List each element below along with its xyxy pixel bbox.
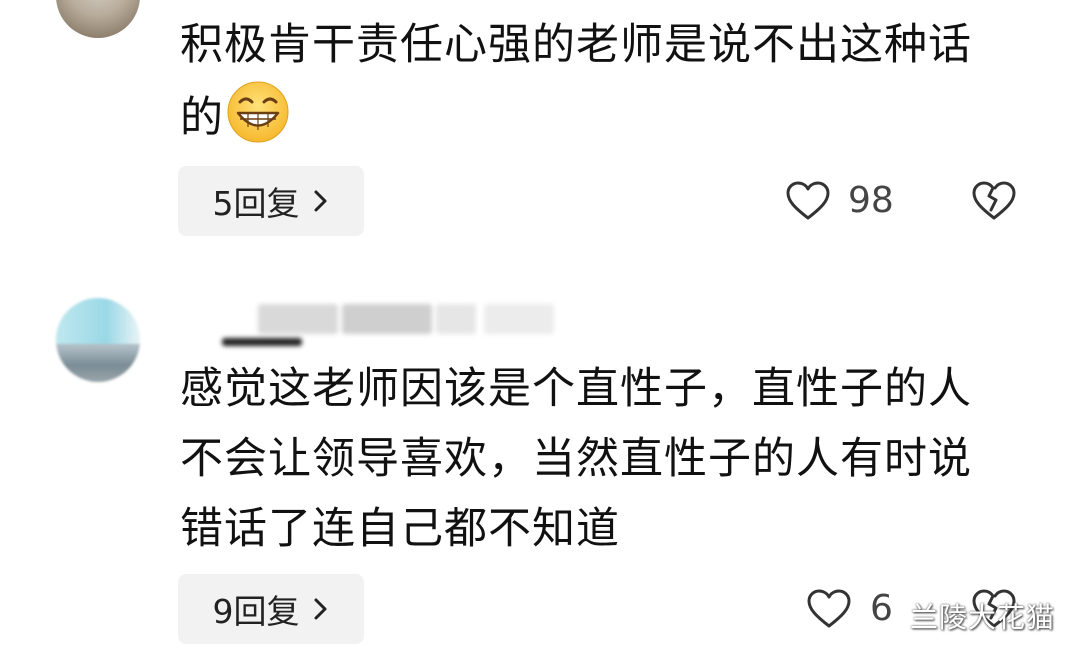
replies-label: 9回复: [212, 592, 300, 631]
like-count: 98: [848, 180, 894, 221]
watermark: 兰陵大花猫: [910, 601, 1056, 634]
chevron-right-icon: [314, 598, 326, 620]
user-avatar[interactable]: [56, 0, 140, 38]
comment-text: 感觉这老师因该是个直性子，直性子的人不会让领导喜欢，当然直性子的人有时说错话了连…: [180, 364, 972, 554]
user-avatar[interactable]: [56, 298, 140, 382]
view-replies-button[interactable]: 5回复: [178, 166, 364, 236]
comment-text-content: 积极肯干责任心强的老师是说不出这种话的: [180, 20, 972, 143]
comment-text: 积极肯干责任心强的老师是说不出这种话的: [180, 10, 1010, 153]
grinning-face-emoji-icon: [226, 80, 290, 144]
heart-icon[interactable]: [806, 588, 852, 630]
like-count: 6: [870, 588, 893, 629]
heart-icon[interactable]: [785, 180, 831, 222]
chevron-right-icon: [314, 190, 326, 212]
view-replies-button[interactable]: 9回复: [178, 574, 364, 644]
replies-label: 5回复: [212, 184, 300, 223]
broken-heart-icon[interactable]: [971, 180, 1017, 222]
blurred-username: [222, 300, 582, 346]
